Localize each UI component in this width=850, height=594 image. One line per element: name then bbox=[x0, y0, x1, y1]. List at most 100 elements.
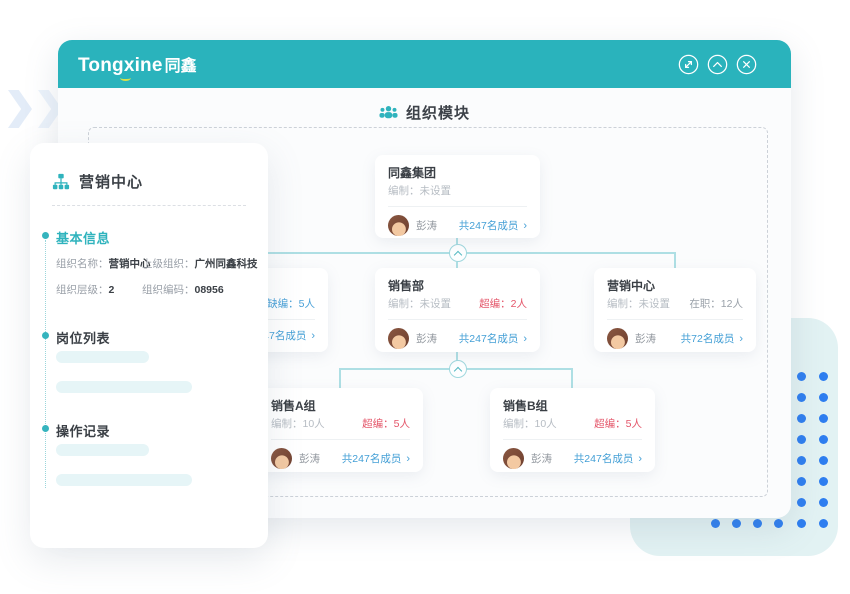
decor-dot bbox=[819, 435, 828, 444]
desktop-background: Tongxine 同鑫 bbox=[0, 0, 850, 594]
divider bbox=[52, 205, 246, 206]
placeholder-bar bbox=[56, 351, 149, 363]
members-link[interactable]: 共247名成员 › bbox=[459, 331, 527, 346]
owner-name: 彭涛 bbox=[531, 451, 552, 466]
decor-dot bbox=[774, 519, 783, 528]
section-bullet-icon bbox=[42, 332, 49, 339]
decor-dot bbox=[797, 498, 806, 507]
owner-name: 彭涛 bbox=[416, 331, 437, 346]
timeline-line bbox=[45, 240, 46, 488]
chevron-up-icon bbox=[454, 366, 462, 374]
team-icon bbox=[379, 103, 398, 122]
placeholder-bar bbox=[56, 381, 192, 393]
decor-chevron-icon bbox=[8, 90, 32, 128]
org-node-sales-dept[interactable]: 销售部 编制：未设置 超编：2人 彭涛 共247名成员 › bbox=[375, 268, 540, 352]
under-staffed-badge: 缺编：5人 bbox=[267, 299, 315, 310]
decor-dot bbox=[797, 435, 806, 444]
members-count: 共72名成员 bbox=[681, 331, 735, 346]
staffing-label: 编制：未设置 bbox=[607, 299, 670, 310]
org-node-name: 同鑫集团 bbox=[388, 167, 527, 179]
logo-smile-icon bbox=[120, 75, 131, 81]
decor-dot bbox=[753, 519, 762, 528]
org-detail-panel: 营销中心 基本信息 组织名称：营销中心 上级组织：广州同鑫科技 组织层级：2 组… bbox=[30, 143, 268, 548]
org-node-sales-a[interactable]: 销售A组 编制：10人 超编：5人 彭涛 共247名成员 › bbox=[258, 388, 423, 472]
page-title: 组织模块 bbox=[58, 102, 791, 123]
field-org-name: 组织名称：营销中心 bbox=[56, 256, 151, 271]
org-node-name: 销售A组 bbox=[271, 400, 410, 412]
decor-dot bbox=[797, 477, 806, 486]
members-count: 共247名成员 bbox=[574, 451, 634, 466]
chevron-up-icon bbox=[454, 250, 462, 258]
hierarchy-icon bbox=[52, 173, 70, 191]
members-count: 共247名成员 bbox=[342, 451, 402, 466]
members-count: 共247名成员 bbox=[459, 331, 519, 346]
org-node-sales-b[interactable]: 销售B组 编制：10人 超编：5人 彭涛 共247名成员 › bbox=[490, 388, 655, 472]
members-link[interactable]: 共247名成员 › bbox=[459, 218, 527, 233]
collapse-node-toggle[interactable] bbox=[449, 244, 467, 262]
section-bullet-icon bbox=[42, 232, 49, 239]
staffing-label: 编制：未设置 bbox=[388, 299, 451, 310]
connector-line bbox=[571, 368, 573, 388]
avatar bbox=[503, 448, 524, 469]
owner: 彭涛 bbox=[388, 328, 437, 349]
avatar bbox=[388, 215, 409, 236]
members-link[interactable]: 共247名成员 › bbox=[574, 451, 642, 466]
section-bullet-icon bbox=[42, 425, 49, 432]
decor-dot bbox=[797, 414, 806, 423]
logo-text-zh: 同鑫 bbox=[165, 52, 197, 76]
placeholder-bar bbox=[56, 474, 192, 486]
owner-name: 彭涛 bbox=[299, 451, 320, 466]
decor-dot bbox=[819, 519, 828, 528]
app-logo: Tongxine 同鑫 bbox=[78, 52, 197, 77]
section-operation-log: 操作记录 bbox=[56, 421, 110, 440]
owner: 彭涛 bbox=[388, 215, 437, 236]
section-position-list: 岗位列表 bbox=[56, 328, 110, 347]
section-basic-info: 基本信息 bbox=[56, 228, 110, 247]
logo-text-en: Tongxine bbox=[78, 55, 163, 77]
decor-dot bbox=[797, 456, 806, 465]
org-node-root[interactable]: 同鑫集团 编制：未设置 彭涛 共247名成员 › bbox=[375, 155, 540, 238]
field-parent-org: 上级组织：广州同鑫科技 bbox=[142, 256, 258, 271]
chevron-right-icon: › bbox=[523, 333, 527, 345]
close-icon[interactable] bbox=[736, 54, 757, 75]
collapse-node-toggle[interactable] bbox=[449, 360, 467, 378]
chevron-right-icon: › bbox=[523, 220, 527, 232]
members-count: 共247名成员 bbox=[459, 218, 519, 233]
owner-name: 彭涛 bbox=[635, 331, 656, 346]
avatar bbox=[271, 448, 292, 469]
over-staffed-badge: 超编：2人 bbox=[479, 299, 527, 310]
field-org-level: 组织层级：2 bbox=[56, 282, 114, 297]
field-org-code: 组织编码：08956 bbox=[142, 282, 224, 297]
panel-title: 营销中心 bbox=[79, 171, 143, 192]
decor-dot bbox=[819, 414, 828, 423]
owner-name: 彭涛 bbox=[416, 218, 437, 233]
window-controls bbox=[678, 54, 757, 75]
placeholder-bar bbox=[56, 444, 149, 456]
decor-dot bbox=[819, 498, 828, 507]
chevron-right-icon: › bbox=[406, 453, 410, 465]
members-link[interactable]: 共72名成员 › bbox=[681, 331, 743, 346]
staffing-label: 编制：10人 bbox=[271, 419, 325, 430]
org-node-marketing-center[interactable]: 营销中心 编制：未设置 在职：12人 彭涛 共72名成员 › bbox=[594, 268, 756, 352]
staffing-label: 编制：10人 bbox=[503, 419, 557, 430]
over-staffed-badge: 超编：5人 bbox=[594, 419, 642, 430]
decor-dot bbox=[711, 519, 720, 528]
panel-header: 营销中心 bbox=[52, 171, 143, 192]
decor-dot bbox=[819, 393, 828, 402]
chevron-right-icon: › bbox=[638, 453, 642, 465]
collapse-up-icon[interactable] bbox=[707, 54, 728, 75]
decor-dot bbox=[797, 519, 806, 528]
over-staffed-badge: 超编：5人 bbox=[362, 419, 410, 430]
decor-dot bbox=[732, 519, 741, 528]
org-node-name: 营销中心 bbox=[607, 280, 743, 292]
decor-dot bbox=[797, 393, 806, 402]
members-link[interactable]: 共247名成员 › bbox=[342, 451, 410, 466]
decor-dot bbox=[797, 372, 806, 381]
org-node-name: 销售部 bbox=[388, 280, 527, 292]
connector-line bbox=[674, 252, 676, 268]
staffing-label: 编制：未设置 bbox=[388, 186, 451, 197]
avatar bbox=[607, 328, 628, 349]
resize-icon[interactable] bbox=[678, 54, 699, 75]
connector-line bbox=[339, 368, 341, 388]
page-title-label: 组织模块 bbox=[406, 102, 470, 123]
